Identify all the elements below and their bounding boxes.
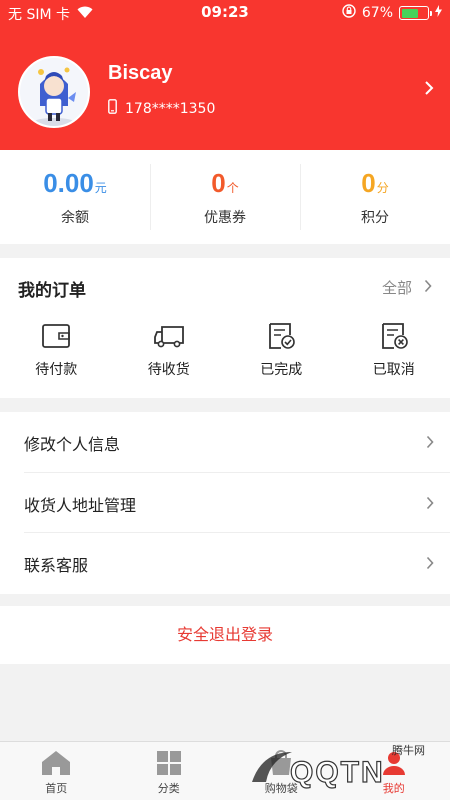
tab-category[interactable]: 分类 bbox=[113, 742, 226, 800]
battery-percent: 67% bbox=[361, 5, 393, 21]
home-icon bbox=[0, 750, 113, 776]
svg-text:QQTN: QQTN bbox=[290, 756, 385, 789]
menu-label: 联系客服 bbox=[24, 556, 89, 576]
logout-button[interactable]: 安全退出登录 bbox=[0, 606, 450, 664]
orders-title: 我的订单 bbox=[18, 281, 86, 301]
order-status-row: 待付款 待收货 已完成 已取消 bbox=[0, 322, 450, 379]
check-doc-icon bbox=[225, 322, 338, 350]
stat-points[interactable]: 0分 积分 bbox=[300, 150, 450, 244]
stat-unit: 个 bbox=[226, 181, 239, 195]
orders-section: 我的订单 全部 待付款 待收货 已完成 已取消 bbox=[0, 258, 450, 398]
orientation-lock-icon bbox=[342, 4, 356, 22]
stat-label: 积分 bbox=[361, 210, 389, 226]
order-completed[interactable]: 已完成 bbox=[225, 322, 338, 379]
menu-item-address[interactable]: 收货人地址管理 bbox=[24, 473, 450, 534]
menu-label: 收货人地址管理 bbox=[24, 495, 137, 515]
stat-value: 0.00 bbox=[43, 168, 94, 198]
stat-value: 0 bbox=[211, 168, 226, 198]
chevron-right-icon bbox=[424, 279, 432, 297]
tab-label: 首页 bbox=[45, 782, 68, 795]
battery-icon bbox=[399, 6, 432, 20]
grid-icon bbox=[113, 750, 226, 776]
order-pending-delivery[interactable]: 待收货 bbox=[113, 322, 226, 379]
chevron-right-icon[interactable] bbox=[424, 80, 434, 100]
stat-label: 优惠券 bbox=[204, 210, 246, 226]
order-label: 待付款 bbox=[35, 362, 78, 378]
account-stats: 0.00元 余额 0个 优惠券 0分 积分 bbox=[0, 150, 450, 244]
order-label: 已取消 bbox=[372, 362, 415, 378]
tab-label: 分类 bbox=[157, 782, 180, 795]
stat-unit: 分 bbox=[376, 181, 389, 195]
wallet-icon bbox=[0, 322, 113, 350]
cancel-doc-icon bbox=[338, 322, 450, 350]
status-bar: 无 SIM 卡 09:23 67% bbox=[0, 0, 450, 26]
order-pending-payment[interactable]: 待付款 bbox=[0, 322, 113, 379]
order-label: 已完成 bbox=[260, 362, 303, 378]
avatar[interactable] bbox=[18, 56, 90, 128]
phone-number: 178****1350 bbox=[125, 100, 216, 117]
chevron-right-icon bbox=[426, 434, 434, 453]
username: Biscay bbox=[108, 62, 173, 84]
stat-unit: 元 bbox=[94, 181, 107, 195]
status-right: 67% bbox=[342, 4, 442, 22]
tab-home[interactable]: 首页 bbox=[0, 742, 113, 800]
phone-row: 178****1350 bbox=[108, 99, 215, 118]
order-label: 待收货 bbox=[147, 362, 190, 378]
charging-icon bbox=[435, 5, 442, 21]
profile-header[interactable]: 无 SIM 卡 09:23 67% Biscay 178****1350 bbox=[0, 0, 450, 150]
watermark-logo: QQTN 腾牛网 bbox=[242, 738, 442, 794]
all-orders-label: 全部 bbox=[381, 279, 412, 297]
stat-balance[interactable]: 0.00元 余额 bbox=[0, 150, 150, 244]
stat-label: 余额 bbox=[61, 210, 89, 226]
order-cancelled[interactable]: 已取消 bbox=[338, 322, 450, 379]
phone-icon bbox=[108, 99, 117, 118]
all-orders-link[interactable]: 全部 bbox=[382, 277, 432, 298]
menu-item-support[interactable]: 联系客服 bbox=[24, 533, 450, 594]
stat-value: 0 bbox=[361, 168, 376, 198]
menu-item-edit-profile[interactable]: 修改个人信息 bbox=[24, 412, 450, 473]
stat-coupons[interactable]: 0个 优惠券 bbox=[150, 150, 300, 244]
svg-text:腾牛网: 腾牛网 bbox=[392, 743, 425, 757]
chevron-right-icon bbox=[426, 555, 434, 574]
settings-menu: 修改个人信息 收货人地址管理 联系客服 bbox=[0, 412, 450, 594]
chevron-right-icon bbox=[426, 495, 434, 514]
menu-label: 修改个人信息 bbox=[24, 435, 121, 454]
truck-icon bbox=[113, 322, 226, 350]
